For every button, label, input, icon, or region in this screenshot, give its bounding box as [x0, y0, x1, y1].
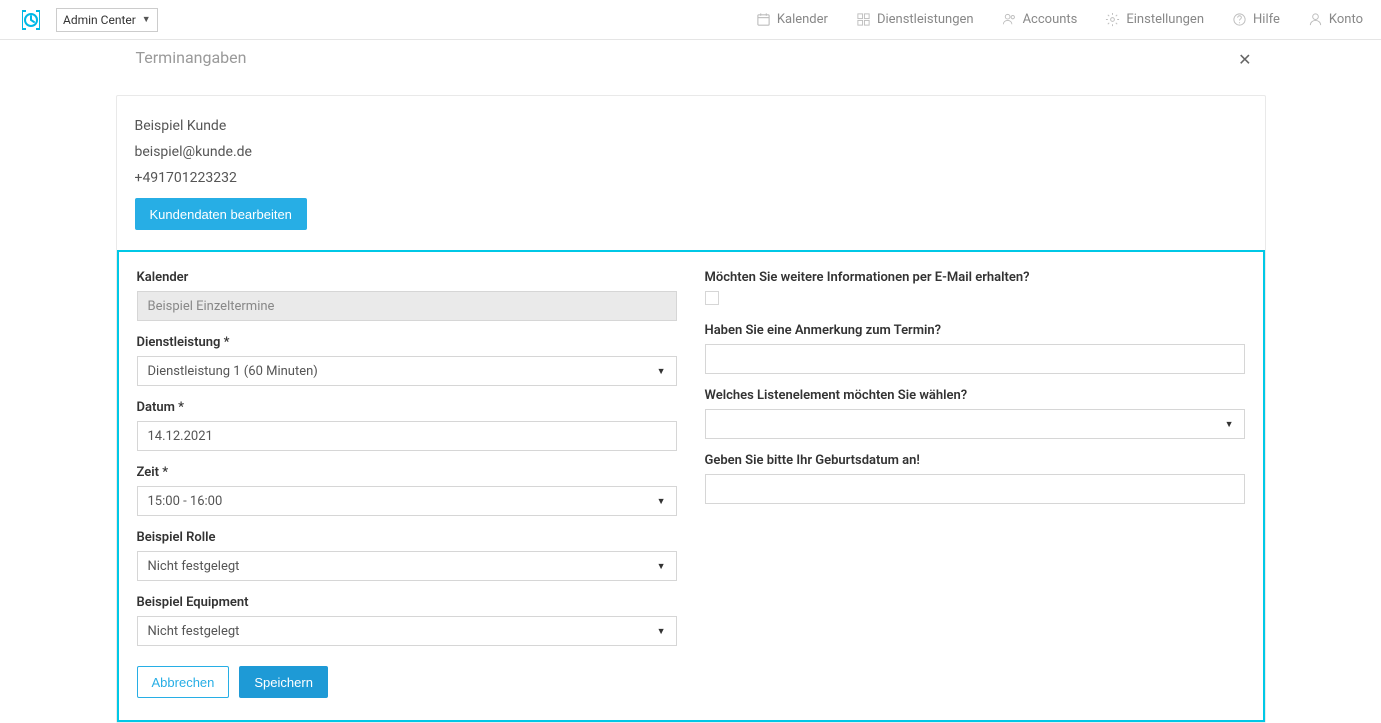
admin-center-label: Admin Center	[63, 13, 136, 27]
gear-icon	[1105, 12, 1120, 27]
input-kalender: Beispiel Einzeltermine	[137, 291, 677, 321]
calendar-icon	[756, 12, 771, 27]
label-anmerkung: Haben Sie eine Anmerkung zum Termin?	[705, 323, 1245, 338]
select-zeit-value: 15:00 - 16:00	[148, 494, 223, 509]
nav-einstellungen-label: Einstellungen	[1126, 12, 1204, 27]
customer-name: Beispiel Kunde	[135, 118, 1247, 134]
topbar: Admin Center ▼ Kalender Dienstleistungen…	[0, 0, 1381, 40]
form-col-left: Kalender Beispiel Einzeltermine Dienstle…	[137, 270, 677, 698]
select-rolle-value: Nicht festgelegt	[148, 559, 240, 574]
field-zeit: Zeit * 15:00 - 16:00 ▼	[137, 465, 677, 516]
caret-down-icon: ▼	[657, 561, 666, 572]
nav-dienstleistungen[interactable]: Dienstleistungen	[856, 12, 974, 27]
select-dienstleistung[interactable]: Dienstleistung 1 (60 Minuten) ▼	[137, 356, 677, 386]
users-icon	[1002, 12, 1017, 27]
label-geburtsdatum: Geben Sie bitte Ihr Geburtsdatum an!	[705, 453, 1245, 468]
cancel-button[interactable]: Abbrechen	[137, 666, 230, 698]
form-actions: Abbrechen Speichern	[137, 666, 677, 698]
nav-hilfe[interactable]: Hilfe	[1232, 12, 1280, 27]
card: Beispiel Kunde beispiel@kunde.de +491701…	[116, 95, 1266, 723]
form-columns: Kalender Beispiel Einzeltermine Dienstle…	[137, 270, 1245, 698]
label-kalender: Kalender	[137, 270, 677, 285]
field-anmerkung: Haben Sie eine Anmerkung zum Termin?	[705, 323, 1245, 374]
label-liste: Welches Listenelement möchten Sie wählen…	[705, 388, 1245, 403]
nav-dienstleistungen-label: Dienstleistungen	[877, 12, 974, 27]
save-button[interactable]: Speichern	[239, 666, 328, 698]
logo-icon	[18, 7, 44, 33]
input-datum[interactable]: 14.12.2021	[137, 421, 677, 451]
sheet-header: Terminangaben ✕	[116, 48, 1266, 77]
edit-customer-button[interactable]: Kundendaten bearbeiten	[135, 198, 307, 230]
page-title: Terminangaben	[136, 48, 247, 67]
nav-hilfe-label: Hilfe	[1253, 12, 1280, 27]
field-liste: Welches Listenelement möchten Sie wählen…	[705, 388, 1245, 439]
label-zeit: Zeit *	[137, 465, 677, 480]
label-datum: Datum *	[137, 400, 677, 415]
admin-center-selector[interactable]: Admin Center ▼	[56, 8, 158, 32]
field-more-info: Möchten Sie weitere Informationen per E-…	[705, 270, 1245, 309]
caret-down-icon: ▼	[657, 626, 666, 637]
caret-down-icon: ▼	[657, 496, 666, 507]
nav-accounts[interactable]: Accounts	[1002, 12, 1078, 27]
nav-accounts-label: Accounts	[1023, 12, 1078, 27]
caret-down-icon: ▼	[1225, 419, 1234, 430]
label-more-info: Möchten Sie weitere Informationen per E-…	[705, 270, 1245, 285]
field-rolle: Beispiel Rolle Nicht festgelegt ▼	[137, 530, 677, 581]
caret-down-icon: ▼	[142, 14, 151, 25]
input-anmerkung[interactable]	[705, 344, 1245, 374]
user-icon	[1308, 12, 1323, 27]
close-icon[interactable]: ✕	[1232, 48, 1257, 71]
select-dienstleistung-value: Dienstleistung 1 (60 Minuten)	[148, 364, 318, 379]
nav-kalender[interactable]: Kalender	[756, 12, 828, 27]
field-datum: Datum * 14.12.2021	[137, 400, 677, 451]
input-datum-value: 14.12.2021	[148, 429, 213, 444]
field-dienstleistung: Dienstleistung * Dienstleistung 1 (60 Mi…	[137, 335, 677, 386]
label-equipment: Beispiel Equipment	[137, 595, 677, 610]
checkbox-more-info[interactable]	[705, 291, 719, 305]
select-equipment-value: Nicht festgelegt	[148, 624, 240, 639]
grid-icon	[856, 12, 871, 27]
form-area: Kalender Beispiel Einzeltermine Dienstle…	[117, 250, 1265, 722]
select-rolle[interactable]: Nicht festgelegt ▼	[137, 551, 677, 581]
select-liste[interactable]: ▼	[705, 409, 1245, 439]
label-rolle: Beispiel Rolle	[137, 530, 677, 545]
topnav: Kalender Dienstleistungen Accounts Einst…	[756, 12, 1363, 27]
nav-kalender-label: Kalender	[777, 12, 828, 27]
input-geburtsdatum[interactable]	[705, 474, 1245, 504]
label-dienstleistung: Dienstleistung *	[137, 335, 677, 350]
page: Terminangaben ✕ Beispiel Kunde beispiel@…	[116, 40, 1266, 723]
nav-konto-label: Konto	[1329, 12, 1363, 27]
nav-konto[interactable]: Konto	[1308, 12, 1363, 27]
caret-down-icon: ▼	[657, 366, 666, 377]
customer-phone: +491701223232	[135, 170, 1247, 186]
form-col-right: Möchten Sie weitere Informationen per E-…	[705, 270, 1245, 698]
field-geburtsdatum: Geben Sie bitte Ihr Geburtsdatum an!	[705, 453, 1245, 504]
input-kalender-value: Beispiel Einzeltermine	[148, 299, 275, 314]
select-zeit[interactable]: 15:00 - 16:00 ▼	[137, 486, 677, 516]
topbar-left: Admin Center ▼	[18, 7, 158, 33]
help-icon	[1232, 12, 1247, 27]
field-kalender: Kalender Beispiel Einzeltermine	[137, 270, 677, 321]
customer-email: beispiel@kunde.de	[135, 144, 1247, 160]
select-equipment[interactable]: Nicht festgelegt ▼	[137, 616, 677, 646]
nav-einstellungen[interactable]: Einstellungen	[1105, 12, 1204, 27]
customer-block: Beispiel Kunde beispiel@kunde.de +491701…	[117, 96, 1265, 250]
field-equipment: Beispiel Equipment Nicht festgelegt ▼	[137, 595, 677, 646]
